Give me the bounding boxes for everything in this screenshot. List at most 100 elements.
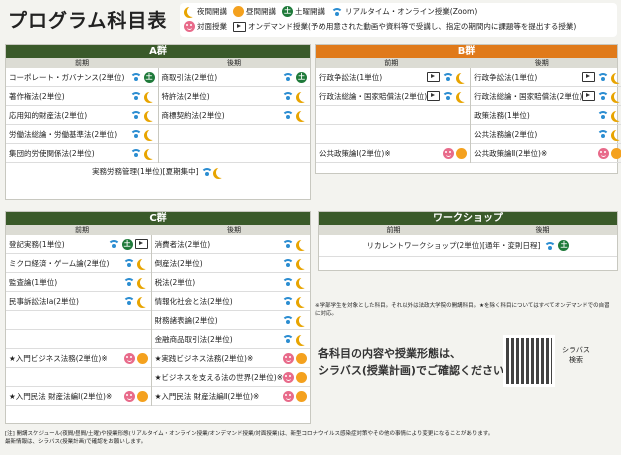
course-name: 倒産法(2単位) (154, 258, 203, 268)
footer-note-1: [注] 開講スケジュール(夜間/昼間/土曜)や授業形態(リアルタイム・オンライン… (5, 431, 494, 437)
course-name: 行政法総論・国家賠償法(2単位) (474, 91, 583, 101)
moon-icon (614, 110, 621, 121)
wifi-icon (129, 148, 142, 158)
course-name: 行政法総論・国家賠償法(2単位) (319, 91, 428, 101)
sun-icon (296, 352, 307, 364)
wifi-icon (122, 258, 135, 268)
saturday-icon: 土 (296, 71, 307, 83)
workshop-course: リカレントワークショップ(2単位)[通年・変則日程] 土 (319, 235, 617, 257)
page-title: プログラム科目表 (8, 10, 168, 32)
group-a: A群 前期 後期 コーポレート・ガバナンス(2単位) 土著作権法(2単位) 応用知的財産法… (5, 44, 311, 200)
groupC-title: C群 (6, 212, 310, 225)
moon-icon (299, 296, 310, 307)
legend-night: 夜間開講 (197, 7, 227, 16)
footer-note-2: 最新情報は、シラバス(授業計画)で確認をお願いします。 (5, 439, 147, 445)
wifi-icon (282, 258, 294, 268)
groupB-sub-early: 前期 (384, 59, 399, 67)
groupA-sub-late: 後期 (227, 59, 241, 67)
groupB-title: B群 (316, 45, 617, 58)
video-icon (233, 21, 246, 32)
saturday-icon: 土 (558, 240, 570, 251)
moon-icon (216, 167, 227, 178)
course-cell (158, 144, 310, 163)
course-cell: ★入門ビジネス法務(2単位)※ (6, 349, 151, 368)
legend: 夜間開講 昼間開講 土土曜開講 リアルタイム・オンライン授業(Zoom) 対面授… (180, 3, 617, 37)
course-name: 公共法務論(2単位) (474, 129, 538, 139)
video-icon (582, 91, 596, 101)
course-cell: 財務諸表論(2単位) (151, 311, 310, 330)
course-cell (6, 330, 151, 349)
groupA-footer: 実務労務管理(1単位)[夏期集中] (6, 163, 310, 181)
course-cell: ★入門民法 財産法編Ⅱ(2単位)※ (151, 387, 310, 406)
groupA-title: A群 (6, 45, 310, 58)
moon-icon (299, 277, 310, 288)
legend-sat: 土曜開講 (295, 7, 325, 16)
course-cell: ★ビジネスを支える法の世界(2単位)※ (151, 368, 310, 387)
moon-icon (140, 296, 151, 307)
course-cell (158, 125, 310, 144)
wifi-icon (282, 110, 294, 120)
course-cell: 登記実務(1単位) 土 (6, 235, 151, 254)
course-cell: 行政争訟法(1単位) (316, 68, 471, 87)
course-cell: 倒産法(2単位) (151, 254, 310, 273)
qr-label-2: 検索 (568, 356, 583, 364)
wifi-icon (442, 91, 455, 101)
wifi-icon (282, 91, 294, 101)
course-cell: ミクロ経済・ゲーム論(2単位) (6, 254, 151, 273)
wifi-icon (442, 72, 455, 82)
qr-code[interactable] (503, 335, 555, 387)
course-cell: 労働法総論・労働基準法(2単位) (6, 125, 158, 144)
groupA-sub-early: 前期 (75, 59, 89, 67)
wifi-icon (129, 91, 142, 101)
course-name: 商取引法(2単位) (161, 72, 218, 82)
sun-icon (136, 390, 148, 402)
video-icon (427, 72, 441, 82)
course-name: 消費者法(2単位) (154, 239, 211, 249)
saturday-icon: 土 (121, 238, 133, 250)
course-cell: 金融商品取引法(2単位) (151, 330, 310, 349)
sun-icon (296, 390, 307, 402)
moon-icon (147, 129, 158, 140)
course-cell: 公共政策論Ⅱ(2単位)※ (471, 144, 621, 163)
workshop-title: ワークショップ (319, 212, 617, 225)
course-name: 労働法総論・労働基準法(2単位) (9, 129, 118, 139)
wifi-icon (200, 167, 213, 177)
face-icon (443, 147, 455, 159)
moon-icon (459, 72, 470, 83)
wifi-icon (597, 110, 610, 120)
face-icon (123, 390, 135, 402)
course-name: ★入門民法 財産法編Ⅰ(2単位)※ (9, 391, 113, 401)
course-name: ★ビジネスを支える法の世界(2単位)※ (154, 372, 283, 382)
sun-icon (233, 6, 244, 17)
course-cell: ★入門民法 財産法編Ⅰ(2単位)※ (6, 387, 151, 406)
moon-icon (299, 239, 310, 250)
course-cell: 公共政策論Ⅰ(2単位)※ (316, 144, 471, 163)
course-cell: 商取引法(2単位) 土 (158, 68, 310, 87)
course-name: 行政争訟法(1単位) (474, 72, 538, 82)
course-name: 集団的労使関係法(2単位) (9, 148, 95, 158)
course-name: ★入門ビジネス法務(2単位)※ (9, 353, 108, 363)
wifi-icon (282, 239, 294, 249)
course-name: ★入門民法 財産法編Ⅱ(2単位)※ (154, 391, 260, 401)
footer-notes: [注] 開講スケジュール(夜間/昼間/土曜)や授業形態(リアルタイム・オンライン… (5, 430, 617, 446)
video-icon (134, 239, 148, 249)
wifi-icon (331, 7, 343, 17)
workshop-group: ワークショップ 前期 後期 リカレントワークショップ(2単位)[通年・変則日程] … (318, 211, 618, 271)
course-cell (6, 311, 151, 330)
course-cell (316, 125, 471, 144)
course-name: 税法(2単位) (154, 277, 196, 287)
wifi-icon (282, 315, 294, 325)
face-icon (283, 390, 294, 402)
course-name: 監査論(1単位) (9, 277, 58, 287)
course-cell: 行政法総論・国家賠償法(2単位) (471, 87, 621, 106)
moon-icon (140, 277, 151, 288)
qr-label: シラバス 検索 (562, 345, 590, 365)
face-icon (283, 371, 294, 383)
moon-icon (187, 6, 198, 17)
moon-icon (299, 110, 310, 121)
wifi-icon (129, 129, 142, 139)
legend-day: 昼間開講 (246, 7, 276, 16)
qr-label-1: シラバス (562, 346, 590, 354)
course-name: 政策法務(1単位) (474, 110, 530, 120)
course-cell: 情報化社会と法(2単位) (151, 292, 310, 311)
